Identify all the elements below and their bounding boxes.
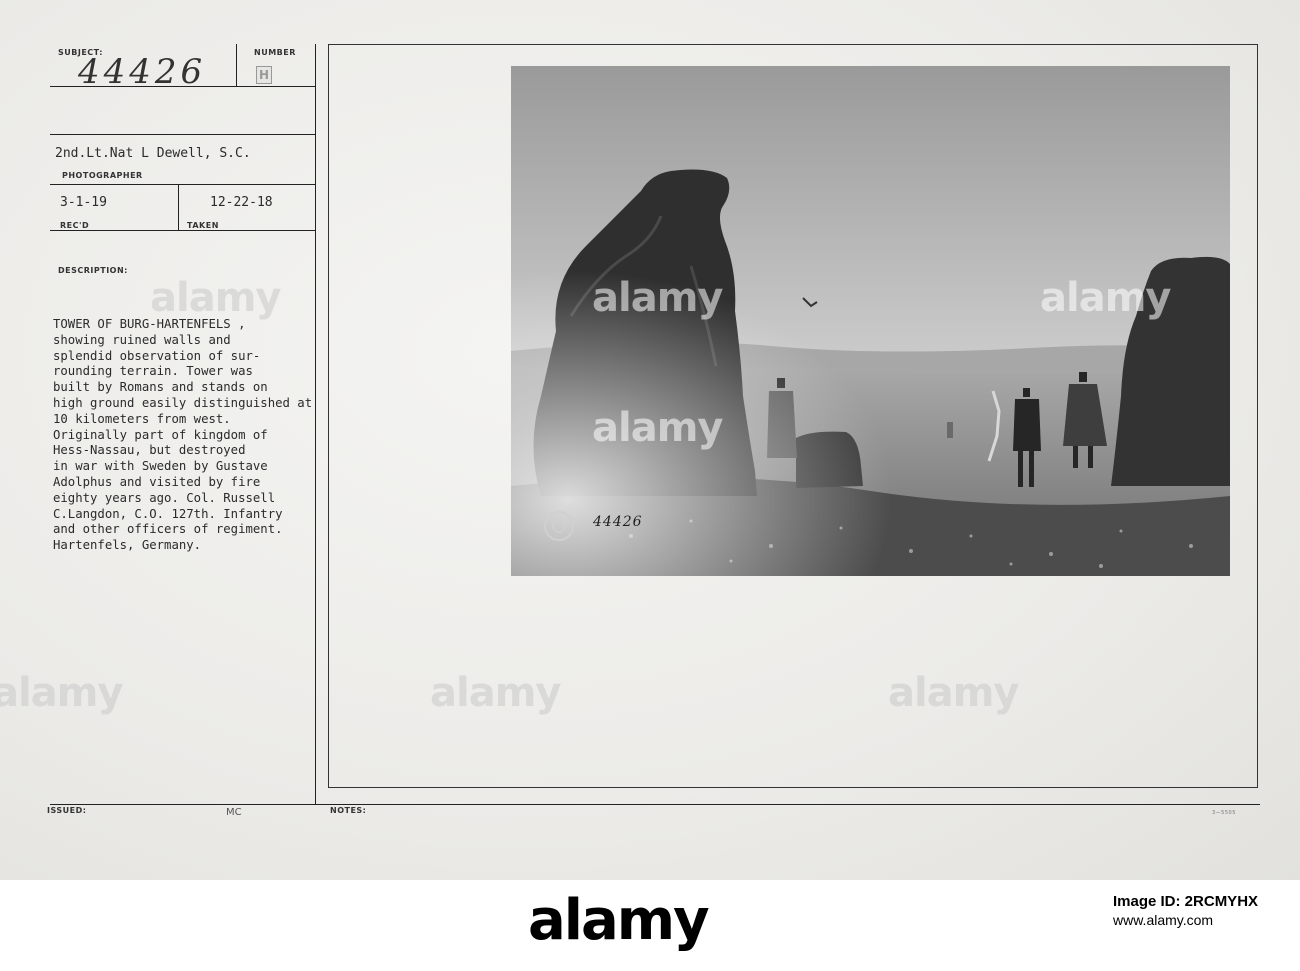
watermark: alamy bbox=[150, 275, 281, 321]
number-label: NUMBER bbox=[254, 48, 296, 57]
notes-label: NOTES: bbox=[330, 806, 367, 815]
archive-record-card: SUBJECT: 44426 NUMBER H 2nd.Lt.Nat L Dew… bbox=[0, 0, 1300, 880]
watermark: alamy bbox=[592, 275, 723, 321]
issued-label: ISSUED: bbox=[47, 806, 87, 815]
taken-date: 12-22-18 bbox=[210, 195, 273, 210]
form-rule bbox=[178, 184, 179, 230]
photo-handwritten-number: 44426 bbox=[593, 514, 643, 530]
photographer-label: PHOTOGRAPHER bbox=[62, 171, 143, 180]
watermark: alamy bbox=[592, 405, 723, 451]
subject-number: 44426 bbox=[78, 52, 207, 92]
form-rule bbox=[50, 184, 316, 185]
photographer-value: 2nd.Lt.Nat L Dewell, S.C. bbox=[55, 146, 251, 161]
photo-illustration bbox=[511, 66, 1230, 576]
form-rule bbox=[50, 230, 316, 231]
recd-label: REC'D bbox=[60, 221, 90, 230]
watermark: alamy bbox=[0, 670, 123, 716]
description-label: DESCRIPTION: bbox=[58, 266, 128, 275]
taken-label: TAKEN bbox=[187, 221, 219, 230]
recd-date: 3-1-19 bbox=[60, 195, 107, 210]
image-id: Image ID: 2RCMYHX bbox=[1113, 893, 1259, 910]
historic-photograph: 44426 bbox=[511, 66, 1230, 576]
form-rule bbox=[50, 134, 316, 135]
watermark: alamy bbox=[430, 670, 561, 716]
image-id-block: Image ID: 2RCMYHX www.alamy.com bbox=[1113, 893, 1258, 929]
form-rule bbox=[236, 44, 237, 86]
number-stamp: H bbox=[256, 66, 272, 84]
watermark: alamy bbox=[1040, 275, 1171, 321]
watermark: alamy bbox=[888, 670, 1019, 716]
issued-value: MC bbox=[226, 807, 242, 818]
form-code: 3—5505 bbox=[1212, 810, 1236, 816]
form-rule bbox=[50, 804, 1260, 805]
site-url: www.alamy.com bbox=[1113, 912, 1214, 928]
alamy-logo: alamy bbox=[528, 888, 710, 953]
